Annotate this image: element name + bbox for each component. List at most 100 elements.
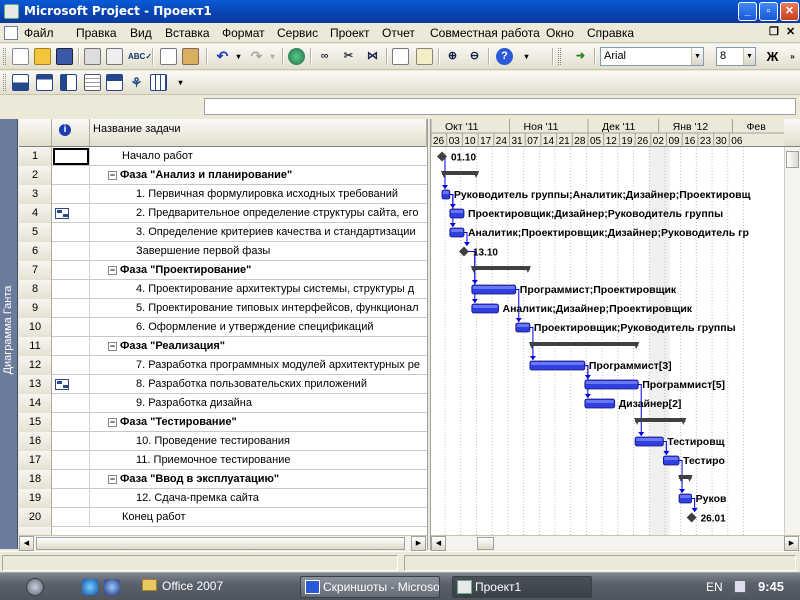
row-id[interactable]: 5 (19, 223, 52, 242)
table-row[interactable]: 19 12. Сдача-премка сайта (19, 489, 427, 508)
scroll-right-icon[interactable]: ▶ (411, 536, 426, 551)
paste-icon[interactable] (182, 48, 199, 65)
task-name-cell[interactable]: 6. Оформление и утверждение спецификаций (90, 318, 427, 337)
table-row[interactable]: 5 3. Определение критериев качества и ста… (19, 223, 427, 242)
zoom-in-icon[interactable]: ⊕ (444, 48, 461, 65)
row-id[interactable]: 17 (19, 451, 52, 470)
app-icon[interactable] (4, 4, 19, 19)
language-indicator[interactable]: EN (706, 580, 723, 594)
note-indicator-icon[interactable] (55, 208, 69, 219)
resource-sheet-icon[interactable]: ⚘ (128, 74, 145, 91)
row-id[interactable]: 15 (19, 413, 52, 432)
row-id[interactable]: 14 (19, 394, 52, 413)
more-buttons-icon[interactable]: » (784, 48, 800, 65)
spelling-icon[interactable]: ABC✓ (128, 48, 152, 65)
row-id[interactable]: 2 (19, 166, 52, 185)
menu-edit[interactable]: Правка (76, 26, 117, 40)
table-row[interactable]: 15 − Фаза "Тестирование" (19, 413, 427, 432)
task-name-cell[interactable]: 10. Проведение тестирования (90, 432, 427, 451)
collapse-icon[interactable]: − (108, 418, 117, 427)
tracking-gantt-icon[interactable] (36, 74, 53, 91)
close-button[interactable]: ✕ (780, 2, 799, 21)
task-name-cell[interactable]: Завершение первой фазы (90, 242, 427, 261)
link-tasks-icon[interactable]: ∞ (316, 48, 333, 65)
scroll-left-icon[interactable]: ◀ (431, 536, 446, 551)
task-name-cell[interactable]: 4. Проектирование архитектуры системы, с… (90, 280, 427, 299)
row-id[interactable]: 16 (19, 432, 52, 451)
task-name-cell[interactable]: Начало работ (90, 147, 427, 166)
menu-project[interactable]: Проект (330, 26, 370, 40)
task-name-cell[interactable]: 8. Разработка пользовательских приложени… (90, 375, 427, 394)
gantt-hscroll[interactable]: ◀ ▶ (431, 535, 800, 551)
table-row[interactable]: 14 9. Разработка дизайна (19, 394, 427, 413)
menu-window[interactable]: Окно (546, 26, 574, 40)
row-id[interactable]: 10 (19, 318, 52, 337)
row-id[interactable]: 7 (19, 261, 52, 280)
task-notes-icon[interactable] (416, 48, 433, 65)
menu-report[interactable]: Отчет (382, 26, 415, 40)
task-name-cell[interactable]: 2. Предварительное определение структуры… (90, 204, 427, 223)
zoom-out-icon[interactable]: ⊖ (466, 48, 483, 65)
row-id[interactable]: 6 (19, 242, 52, 261)
indicator-cell[interactable] (52, 470, 90, 489)
row-id[interactable]: 9 (19, 299, 52, 318)
table-row[interactable]: 7 − Фаза "Проектирование" (19, 261, 427, 280)
table-row[interactable]: 13 8. Разработка пользовательских приложе… (19, 375, 427, 394)
split-task-icon[interactable]: ⋈ (364, 48, 381, 65)
scroll-right-icon[interactable]: ▶ (784, 536, 799, 551)
indicator-cell[interactable] (52, 299, 90, 318)
row-id[interactable]: 11 (19, 337, 52, 356)
table-row[interactable]: 11 − Фаза "Реализация" (19, 337, 427, 356)
task-name-cell[interactable]: − Фаза "Проектирование" (90, 261, 427, 280)
print-icon[interactable] (84, 48, 101, 65)
calendar-view-icon[interactable] (84, 74, 101, 91)
gantt-view-icon[interactable] (12, 74, 29, 91)
chevron-down-icon[interactable]: ▼ (691, 48, 703, 65)
task-name-cell[interactable]: 7. Разработка программных модулей архите… (90, 356, 427, 375)
indicator-cell[interactable] (52, 280, 90, 299)
folder-label[interactable]: Office 2007 (162, 579, 223, 593)
row-id[interactable]: 19 (19, 489, 52, 508)
table-row[interactable]: 4 2. Предварительное определение структур… (19, 204, 427, 223)
row-id[interactable]: 1 (19, 147, 52, 166)
row-id[interactable]: 18 (19, 470, 52, 489)
table-row[interactable]: 18 − Фаза "Ввод в эксплуатацию" (19, 470, 427, 489)
table-row[interactable]: 6 Завершение первой фазы (19, 242, 427, 261)
indicator-cell[interactable] (52, 432, 90, 451)
minimize-button[interactable]: _ (738, 2, 757, 21)
help-icon[interactable]: ? (496, 48, 513, 65)
indicator-cell[interactable] (52, 451, 90, 470)
indicator-cell[interactable] (52, 337, 90, 356)
collapse-icon[interactable]: − (108, 342, 117, 351)
task-name-cell[interactable]: 3. Определение критериев качества и стан… (90, 223, 427, 242)
task-name-cell[interactable]: − Фаза "Тестирование" (90, 413, 427, 432)
font-select[interactable]: Arial ▼ (600, 47, 704, 66)
chevron-down-icon[interactable]: ▼ (743, 48, 755, 65)
task-name-cell[interactable]: 1. Первичная формулировка исходных требо… (90, 185, 427, 204)
table-row[interactable]: 17 11. Приемочное тестирование (19, 451, 427, 470)
undo-dropdown-icon[interactable]: ▾ (230, 48, 247, 65)
menu-tools[interactable]: Сервис (277, 26, 318, 40)
menu-file[interactable]: Файл (24, 26, 54, 40)
taskbar-button-project[interactable]: Проект1 (452, 576, 592, 598)
copy-icon[interactable] (160, 48, 177, 65)
redo-icon[interactable]: ↷ (248, 48, 265, 65)
indicator-cell[interactable] (52, 394, 90, 413)
open-icon[interactable] (34, 48, 51, 65)
vertical-scrollbar[interactable] (784, 147, 800, 550)
font-size-select[interactable]: 8 ▼ (716, 47, 756, 66)
scroll-left-icon[interactable]: ◀ (19, 536, 34, 551)
redo-dropdown-icon[interactable]: ▾ (264, 48, 281, 65)
hyperlink-icon[interactable] (288, 48, 305, 65)
network-diagram-icon[interactable] (106, 74, 123, 91)
table-row[interactable]: 12 7. Разработка программных модулей архи… (19, 356, 427, 375)
table-row[interactable]: 16 10. Проведение тестирования (19, 432, 427, 451)
ie-icon[interactable] (82, 579, 98, 595)
menu-help[interactable]: Справка (587, 26, 634, 40)
name-header[interactable]: Название задачи (90, 119, 427, 147)
row-id[interactable]: 3 (19, 185, 52, 204)
row-id[interactable]: 20 (19, 508, 52, 527)
table-row[interactable]: 9 5. Проектирование типовых интерфейсов, … (19, 299, 427, 318)
task-name-cell[interactable]: 9. Разработка дизайна (90, 394, 427, 413)
indicator-cell[interactable] (52, 204, 90, 223)
